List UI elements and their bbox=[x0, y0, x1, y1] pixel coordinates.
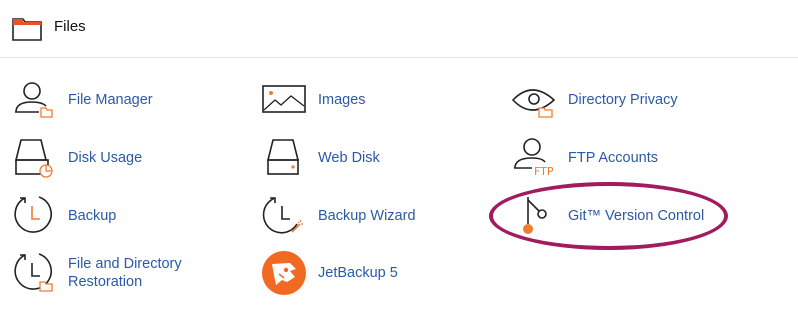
file-manager-icon bbox=[15, 82, 53, 118]
file-manager-link[interactable]: File Manager bbox=[12, 78, 212, 122]
git-icon bbox=[523, 197, 547, 234]
git-version-control-label[interactable]: Git™ Version Control bbox=[568, 207, 704, 225]
images-link[interactable]: Images bbox=[262, 78, 462, 122]
backup-wizard-label[interactable]: Backup Wizard bbox=[318, 207, 416, 225]
directory-privacy-icon bbox=[512, 89, 556, 118]
folder-icon bbox=[12, 18, 42, 41]
backup-wizard-icon bbox=[262, 197, 303, 234]
backup-label[interactable]: Backup bbox=[68, 207, 116, 225]
section-title: Files bbox=[54, 18, 86, 35]
images-label[interactable]: Images bbox=[318, 91, 366, 109]
ftp-accounts-link[interactable]: FTP FTP Accounts bbox=[512, 136, 732, 180]
backup-wizard-link[interactable]: Backup Wizard bbox=[262, 194, 462, 238]
files-section-header: Files bbox=[0, 0, 798, 58]
git-version-control-link[interactable]: Git™ Version Control bbox=[512, 194, 732, 238]
file-directory-restoration-link[interactable]: File and Directory Restoration bbox=[12, 251, 232, 295]
web-disk-label[interactable]: Web Disk bbox=[318, 149, 380, 167]
jetbackup-label[interactable]: JetBackup 5 bbox=[318, 264, 398, 282]
directory-privacy-label[interactable]: Directory Privacy bbox=[568, 91, 678, 109]
web-disk-icon bbox=[266, 139, 300, 175]
ftp-badge: FTP bbox=[534, 165, 554, 178]
backup-link[interactable]: Backup bbox=[12, 194, 212, 238]
file-manager-label[interactable]: File Manager bbox=[68, 91, 153, 109]
disk-usage-icon bbox=[14, 139, 53, 178]
jetbackup-icon bbox=[262, 251, 306, 295]
file-directory-restoration-label-line1[interactable]: File and Directory bbox=[68, 255, 182, 273]
ftp-accounts-icon: FTP bbox=[514, 138, 554, 178]
images-icon bbox=[262, 85, 306, 113]
backup-icon bbox=[14, 196, 52, 233]
file-restoration-icon bbox=[14, 253, 53, 292]
directory-privacy-link[interactable]: Directory Privacy bbox=[512, 78, 732, 122]
web-disk-link[interactable]: Web Disk bbox=[262, 136, 462, 180]
disk-usage-link[interactable]: Disk Usage bbox=[12, 136, 212, 180]
disk-usage-label[interactable]: Disk Usage bbox=[68, 149, 142, 167]
jetbackup-link[interactable]: JetBackup 5 bbox=[262, 251, 462, 295]
ftp-accounts-label[interactable]: FTP Accounts bbox=[568, 149, 658, 167]
file-directory-restoration-label-line2[interactable]: Restoration bbox=[68, 273, 142, 291]
